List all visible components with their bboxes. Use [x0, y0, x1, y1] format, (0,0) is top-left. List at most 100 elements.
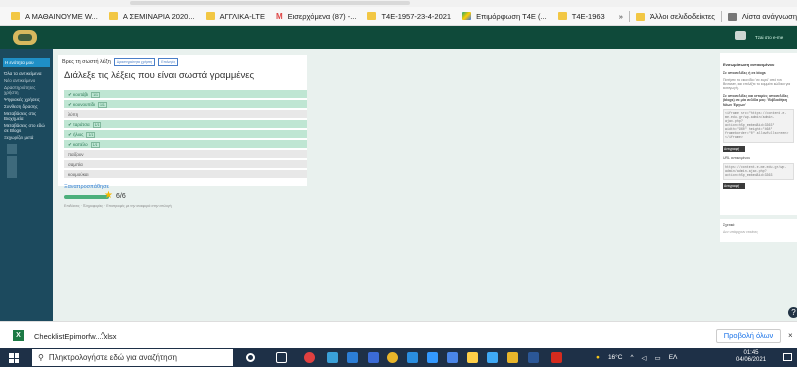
site-logo[interactable] [13, 30, 37, 45]
chrome-icon[interactable] [507, 352, 518, 363]
app-icon[interactable] [427, 352, 438, 363]
app-icon[interactable] [347, 352, 358, 363]
quiz-option[interactable]: ✔ κουνουπίδι 1/1 [64, 100, 307, 108]
chevron-up-icon[interactable]: ^ [101, 331, 105, 340]
star-icon: ★ [104, 190, 113, 201]
user-name[interactable]: Tzai στο e-me [755, 35, 783, 40]
app-icon[interactable] [327, 352, 338, 363]
user-menu-box[interactable] [735, 31, 746, 40]
sidebar-tool-icon[interactable] [7, 144, 17, 154]
bookmark-4[interactable]: M Εισερχόμενα (87) -... [276, 12, 357, 22]
quiz-option[interactable]: ✔ καπέλο 1/1 [64, 140, 307, 148]
embed-title: Ενσωμάτωση αντικειμένου [723, 62, 775, 67]
weather-temp[interactable]: 16°C [608, 354, 623, 361]
activity-tab-button[interactable]: Δραστηριότητα χρήστη [113, 58, 156, 66]
show-all-button[interactable]: Προβολή όλων [716, 329, 781, 343]
close-downloads-button[interactable]: × [788, 331, 793, 340]
option-text: ήλιος [73, 132, 84, 137]
copy-url-button[interactable]: Αντιγραφή [723, 182, 745, 189]
option-score: 1/1 [91, 92, 100, 98]
bookmark-1[interactable]: Α ΜΑΘΑΙΝΟΥΜΕ W... [11, 12, 98, 21]
sidebar-item-bio[interactable]: Μεταβάσεις στις Βιοχημεία [4, 111, 49, 121]
lang-indicator[interactable]: ΕΛ [669, 354, 678, 361]
notifications-icon[interactable] [783, 353, 792, 361]
taskbar-search[interactable]: ⚲ Πληκτρολογήστε εδώ για αναζήτηση [32, 349, 233, 366]
app-icon[interactable] [447, 352, 458, 363]
score-bar [64, 195, 109, 199]
bookmark-7[interactable]: Τ4Ε-1963 [557, 12, 605, 21]
url-code[interactable]: https://content.e-me.edu.gr/wp-admin/adm… [723, 162, 794, 180]
option-text: κουνουπίδι [73, 102, 96, 107]
bookmarks-right: » Άλλοι σελιδοδείκτες Λίστα ανάγνωση [618, 7, 797, 25]
score-meter: ★ 6/6 [64, 190, 126, 201]
embed-code[interactable]: <iframe src="https://content.e-me.edu.gr… [723, 109, 794, 143]
bookmark-5[interactable]: Τ4Ε-1957-23-4-2021 [367, 12, 451, 21]
chrome-icon[interactable] [387, 352, 398, 363]
folder-icon [367, 12, 377, 20]
windows-start-icon[interactable] [9, 353, 19, 363]
opera-icon[interactable] [304, 352, 315, 363]
search-placeholder: Πληκτρολογήστε εδώ για αναζήτηση [48, 353, 177, 362]
option-text: ταράτσα [73, 122, 90, 127]
taskbar: ⚲ Πληκτρολογήστε εδώ για αναζήτηση ● 16°… [0, 348, 797, 367]
edge-icon[interactable] [407, 352, 418, 363]
sidebar-item-all[interactable]: Όλα τα αντικείμενα [4, 71, 49, 76]
acrobat-icon[interactable] [551, 352, 562, 363]
sidebar-current[interactable]: Η ενότητα μου [3, 58, 50, 67]
quiz-question: Διάλεξε τις λέξεις που είναι σωστά γραμμ… [64, 70, 255, 81]
option-score: 1/1 [86, 132, 96, 138]
task-view-icon[interactable] [276, 352, 287, 363]
sidebar-item-other[interactable]: Ξεχωρίζει μετά [4, 135, 49, 140]
folder-icon [205, 12, 215, 20]
reading-list-icon [727, 12, 737, 21]
clock[interactable]: 01:45 04/06/2021 [736, 350, 766, 364]
quiz-option[interactable]: σαμπία [64, 160, 307, 168]
clock-date: 04/06/2021 [736, 357, 767, 363]
speaker-icon[interactable]: ◁ [642, 354, 647, 362]
quiz-option[interactable]: ✔ κουτάβι 1/1 [64, 90, 307, 98]
sidebar: Η ενότητα μου Όλα τα αντικείμενα Νέο αντ… [0, 49, 53, 340]
chevron-up-icon[interactable]: ^ [630, 354, 633, 361]
sidebar-item-digital[interactable]: Ψηφιακές χρήσεις [4, 97, 49, 102]
folder-icon [108, 12, 118, 20]
quiz-option[interactable]: παίζουν [64, 150, 307, 158]
quiz-meta: Επιδόσεις · Πληροφορίες · Επιστροφές με … [64, 204, 172, 208]
excel-icon: X [13, 330, 24, 341]
explorer-icon[interactable] [467, 352, 478, 363]
quiz-tabs: Βρες τη σωστή λέξη Δραστηριότητα χρήστη … [62, 58, 179, 66]
address-bar[interactable] [0, 0, 797, 7]
embed-subtitle: Σε ιστοσελίδες ή σε blogs [723, 71, 766, 75]
related-panel: Σχετικά Δεν υπάρχουν ετικέτες [720, 219, 797, 242]
quiz-option[interactable]: ✔ ταράτσα 1/1 [64, 120, 307, 128]
app-icon[interactable] [487, 352, 498, 363]
retry-link[interactable]: Ξαναπροσπάθησε [64, 184, 109, 190]
app-icon[interactable] [368, 352, 379, 363]
word-icon[interactable] [528, 352, 539, 363]
sidebar-item-blogs[interactable]: Μεταβάσεις στο εδώ σε Blogs [4, 123, 49, 133]
bookmarks-bar: Α ΜΑΘΑΙΝΟΥΜΕ W... Α ΣΕΜΙΝΑΡΙΑ 2020... ΑΓ… [0, 7, 797, 26]
sidebar-item-activity[interactable]: Δραστηριότητες χρήστη [4, 85, 49, 95]
sidebar-tool-icon[interactable] [7, 156, 17, 178]
more-bookmarks-button[interactable]: » [619, 12, 623, 21]
quiz-option[interactable]: κουμούκαι [64, 170, 307, 178]
search-icon: ⚲ [38, 353, 44, 362]
quiz-option[interactable]: λύπη [64, 110, 307, 118]
bookmark-2[interactable]: Α ΣΕΜΙΝΑΡΙΑ 2020... [108, 12, 195, 21]
options-tab-button[interactable]: Επιλογές [158, 58, 179, 66]
option-text: παίζουν [68, 152, 84, 157]
sidebar-item-compose[interactable]: Συνθεση δρασης [4, 104, 49, 109]
reading-list[interactable]: Λίστα ανάγνωση [727, 12, 797, 21]
help-button[interactable]: ? [788, 307, 797, 318]
other-bookmarks[interactable]: Άλλοι σελιδοδείκτες [635, 12, 715, 21]
option-text: κουτάβι [73, 92, 89, 97]
bookmark-3[interactable]: ΑΓΓΛΙΚΑ-LTE [205, 12, 265, 21]
embed-panel: Ενσωμάτωση αντικειμένου Σε ιστοσελίδες ή… [720, 53, 797, 215]
url-field[interactable] [130, 1, 410, 5]
quiz-tab-title[interactable]: Βρες τη σωστή λέξη [62, 59, 111, 65]
cortana-icon[interactable] [246, 353, 255, 362]
bookmark-6[interactable]: Επιμόρφωση Τ4Ε (... [462, 12, 547, 21]
sidebar-item-new[interactable]: Νέο αντικείμενο [4, 78, 49, 83]
quiz-option[interactable]: ✔ ήλιος 1/1 [64, 130, 307, 138]
network-icon[interactable]: ▭ [655, 354, 661, 362]
copy-code-button[interactable]: Αντιγραφή [723, 146, 745, 152]
